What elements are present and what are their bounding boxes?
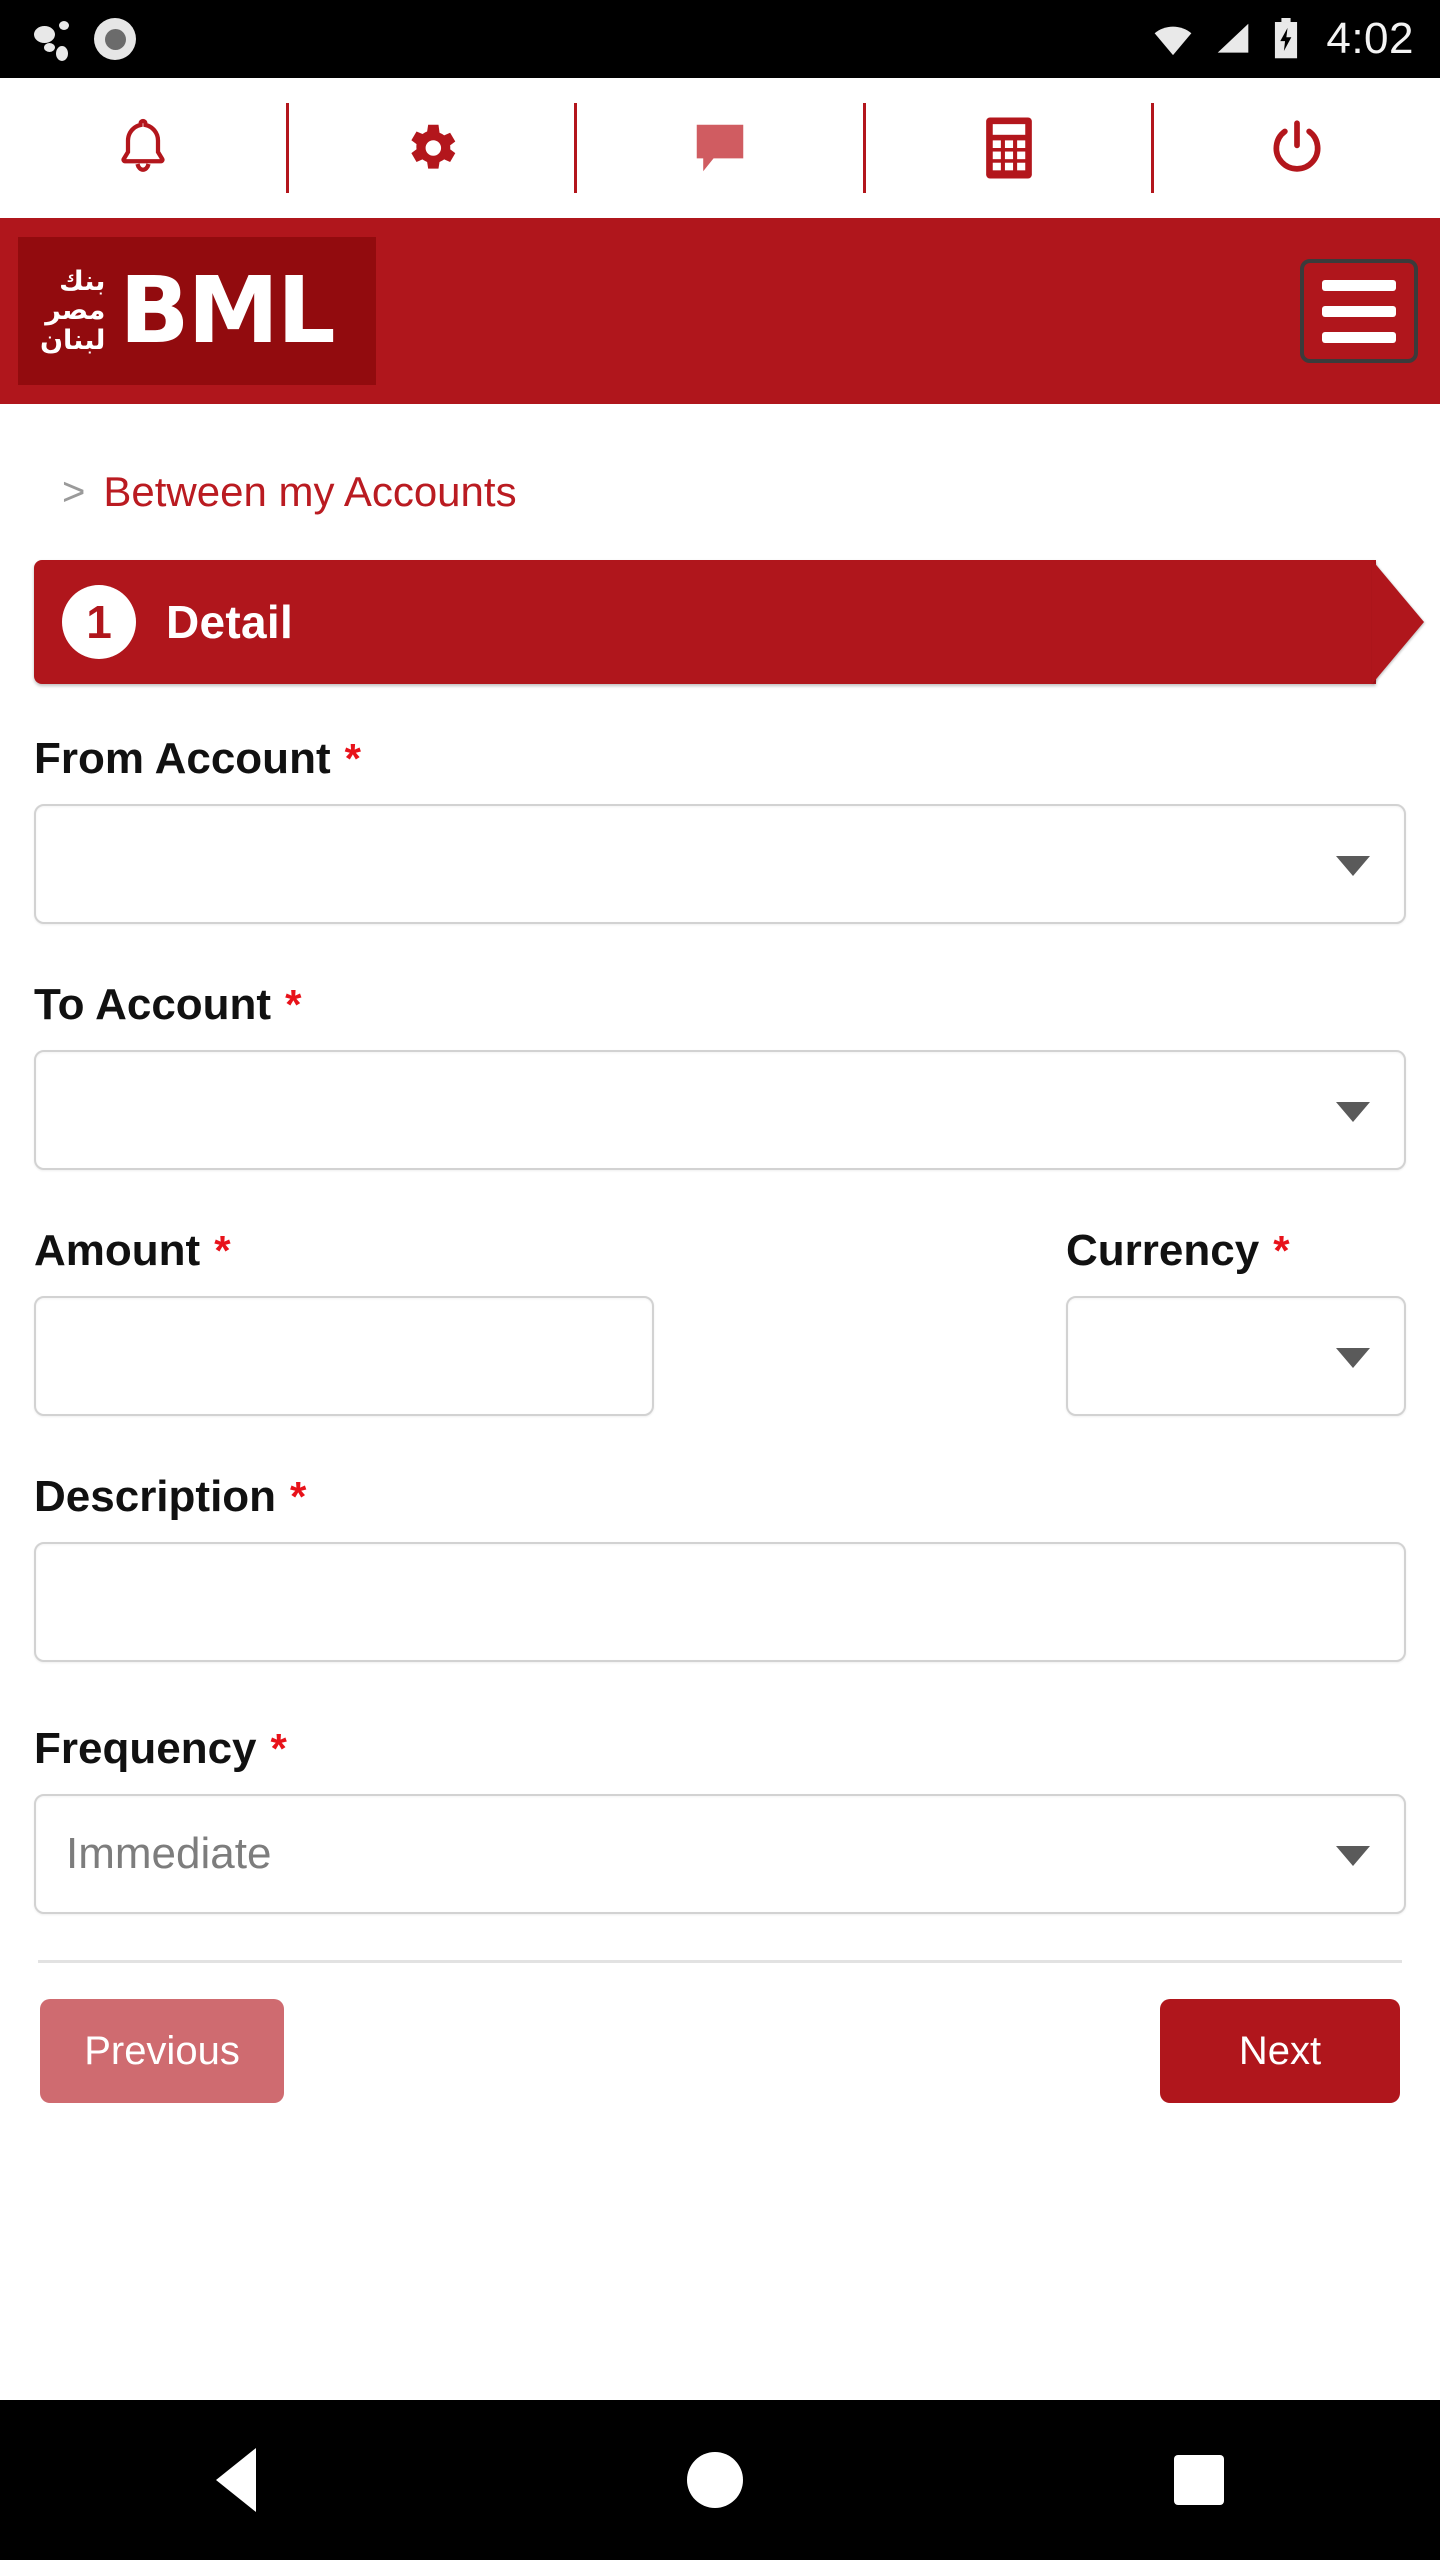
select-frequency[interactable]: Immediate [34, 1794, 1406, 1914]
input-amount[interactable] [34, 1296, 654, 1416]
label-currency: Currency * [1066, 1226, 1406, 1296]
field-from-account: From Account * [34, 734, 1406, 924]
select-currency[interactable] [1066, 1296, 1406, 1416]
label-from-account: From Account * [34, 734, 1406, 804]
home-button[interactable] [686, 2452, 743, 2508]
label-amount: Amount * [34, 1226, 654, 1296]
messages-button[interactable] [577, 78, 863, 217]
wifi-icon [1154, 26, 1192, 56]
back-button[interactable] [215, 2448, 256, 2512]
label-text: To Account [34, 980, 272, 1029]
select-to-account[interactable] [34, 1050, 1406, 1170]
cellular-signal-icon [1218, 23, 1249, 53]
chat-bubble-icon [696, 124, 744, 171]
select-value: Immediate [66, 1829, 272, 1878]
bell-icon [121, 118, 165, 172]
chevron-down-icon [1336, 1102, 1370, 1122]
phone-screen: 4:02 بنك مصر لبنان BML > Between my Acco… [0, 0, 1440, 2560]
calculator-button[interactable] [866, 78, 1152, 217]
hamburger-line [1322, 331, 1396, 343]
chevron-down-icon [1336, 1846, 1370, 1866]
logout-button[interactable] [1154, 78, 1440, 217]
step-banner-detail[interactable]: 1 Detail [34, 560, 1376, 684]
form-actions: Previous Next [34, 1963, 1406, 2103]
field-description: Description * [34, 1472, 1406, 1662]
label-to-account: To Account * [34, 980, 1406, 1050]
quick-action-toolbar [0, 78, 1440, 218]
logo-arabic-text: بنك مصر لبنان [40, 266, 106, 356]
app-header: بنك مصر لبنان BML [0, 218, 1440, 404]
label-text: From Account [34, 734, 331, 783]
notification-dots-icon [34, 18, 76, 61]
step-indicator: 1 Detail [34, 560, 1424, 684]
select-from-account[interactable] [34, 804, 1406, 924]
required-asterisk: * [344, 735, 361, 782]
power-icon [1273, 119, 1321, 172]
required-asterisk: * [214, 1227, 231, 1274]
field-to-account: To Account * [34, 980, 1406, 1170]
logo-wordmark: BML [119, 257, 335, 364]
breadcrumb-current[interactable]: Between my Accounts [103, 468, 516, 516]
input-description[interactable] [34, 1542, 1406, 1662]
bml-logo[interactable]: بنك مصر لبنان BML [18, 237, 376, 385]
label-text: Currency [1066, 1226, 1260, 1275]
status-bar-clock: 4:02 [1326, 14, 1414, 63]
breadcrumb-separator: > [62, 470, 86, 514]
breadcrumb: > Between my Accounts [34, 404, 1406, 560]
previous-button[interactable]: Previous [40, 1999, 284, 2103]
label-text: Amount [34, 1226, 201, 1275]
settings-button[interactable] [289, 78, 575, 217]
chevron-down-icon [1336, 856, 1370, 876]
hamburger-line [1322, 279, 1396, 291]
step-arrow-point [1372, 560, 1424, 684]
logo-arabic-line-1: بنك [59, 266, 106, 298]
step-number: 1 [62, 585, 136, 659]
hamburger-line [1322, 305, 1396, 317]
required-asterisk: * [1273, 1227, 1290, 1274]
required-asterisk: * [270, 1725, 287, 1772]
recents-button[interactable] [1174, 2455, 1225, 2505]
calculator-icon [985, 117, 1032, 178]
required-asterisk: * [285, 981, 302, 1028]
logo-arabic-line-2: مصر [45, 295, 106, 327]
android-status-bar: 4:02 [0, 0, 1440, 78]
field-frequency: Frequency * Immediate [34, 1724, 1406, 1914]
step-label: Detail [166, 596, 294, 648]
screen-record-icon [94, 18, 136, 60]
label-text: Description [34, 1472, 277, 1521]
label-frequency: Frequency * [34, 1724, 1406, 1794]
label-description: Description * [34, 1472, 1406, 1542]
gear-icon [411, 124, 456, 169]
chevron-down-icon [1336, 1348, 1370, 1368]
status-bar-right-icons: 4:02 [1152, 14, 1414, 64]
field-currency: Currency * [1066, 1226, 1406, 1416]
required-asterisk: * [290, 1473, 307, 1520]
next-button[interactable]: Next [1160, 1999, 1400, 2103]
logo-arabic-line-3: لبنان [40, 324, 106, 356]
status-bar-left-icons [34, 18, 136, 61]
android-navigation-bar [0, 2400, 1440, 2560]
page-content: > Between my Accounts 1 Detail From Acco… [0, 404, 1440, 2400]
battery-charging-icon [1275, 18, 1298, 59]
amount-currency-row: Amount * Currency * [34, 1226, 1406, 1416]
label-text: Frequency [34, 1724, 257, 1773]
notifications-button[interactable] [0, 78, 286, 217]
field-amount: Amount * [34, 1226, 654, 1416]
hamburger-menu-button[interactable] [1300, 259, 1418, 363]
